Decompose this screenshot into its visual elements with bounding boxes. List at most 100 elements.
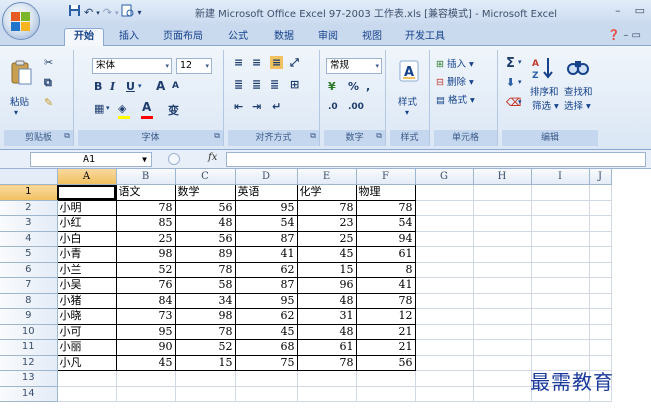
cell[interactable]: 68 xyxy=(234,339,298,356)
cell[interactable]: 45 xyxy=(296,246,357,263)
sort-filter-label-2[interactable]: 筛选 ▾ xyxy=(532,98,559,112)
tab-data[interactable]: 数据 xyxy=(268,29,300,46)
column-header-h[interactable]: H xyxy=(473,169,532,185)
percent-button[interactable]: % xyxy=(348,80,359,93)
align-bottom-icon[interactable]: ≡ xyxy=(270,56,284,69)
maximize-button[interactable]: ▭ xyxy=(635,4,645,17)
cell[interactable]: 94 xyxy=(355,230,416,247)
row-header[interactable]: 1 xyxy=(0,184,58,201)
cell[interactable]: 23 xyxy=(296,215,357,232)
row-header[interactable]: 5 xyxy=(0,246,58,263)
cell[interactable] xyxy=(415,355,474,371)
italic-button[interactable]: I xyxy=(110,80,115,93)
cell[interactable]: 15 xyxy=(174,354,236,371)
cell[interactable] xyxy=(531,293,590,309)
tab-review[interactable]: 审阅 xyxy=(312,29,344,46)
font-size-combo[interactable]: 12 ▾ xyxy=(176,58,212,74)
format-cells-button[interactable]: ▤ 格式 ▾ xyxy=(436,92,475,106)
cell[interactable] xyxy=(235,386,298,402)
cell[interactable]: 54 xyxy=(234,215,298,232)
cell[interactable]: 56 xyxy=(174,199,236,216)
insert-function-button[interactable]: fx xyxy=(208,152,217,163)
row-header[interactable]: 12 xyxy=(0,355,58,371)
cell[interactable] xyxy=(589,339,612,356)
row-header[interactable]: 6 xyxy=(0,262,58,278)
cell[interactable]: 41 xyxy=(234,246,298,263)
cell[interactable] xyxy=(415,200,474,216)
tab-formulas[interactable]: 公式 xyxy=(222,29,254,46)
name-box[interactable]: A1 ▼ xyxy=(30,152,152,167)
cell[interactable]: 小凡 xyxy=(56,354,117,371)
cell[interactable]: 小白 xyxy=(56,230,117,247)
cell[interactable]: 48 xyxy=(296,292,357,309)
column-header-d[interactable]: D xyxy=(235,169,298,185)
tab-view[interactable]: 视图 xyxy=(356,29,388,46)
cell[interactable] xyxy=(531,215,590,232)
find-select-icon[interactable] xyxy=(566,56,590,83)
save-icon[interactable] xyxy=(68,4,81,23)
shrink-font-button[interactable]: A xyxy=(172,81,179,91)
cell[interactable] xyxy=(531,246,590,263)
select-all-button[interactable] xyxy=(0,169,58,185)
cell[interactable]: 61 xyxy=(355,246,416,263)
cell[interactable]: 56 xyxy=(174,230,236,247)
cell[interactable] xyxy=(473,262,532,278)
column-header-b[interactable]: B xyxy=(116,169,176,185)
align-center-icon[interactable]: ≣ xyxy=(252,78,261,91)
fill-icon[interactable]: ⬇ xyxy=(506,76,515,89)
cell[interactable] xyxy=(589,200,612,216)
active-cell-a1[interactable] xyxy=(56,184,117,201)
cancel-formula-icon[interactable] xyxy=(168,153,180,165)
find-select-label-1[interactable]: 查找和 xyxy=(564,84,593,98)
column-header-a[interactable]: A xyxy=(57,169,117,185)
cell[interactable] xyxy=(589,246,612,263)
currency-icon[interactable]: ¥ xyxy=(328,80,336,93)
cell[interactable]: 化学 xyxy=(296,184,357,201)
cell[interactable] xyxy=(473,339,532,356)
cell[interactable] xyxy=(589,324,612,340)
cell[interactable]: 73 xyxy=(115,308,176,325)
cell[interactable] xyxy=(589,293,612,309)
copy-icon[interactable]: ⧉ xyxy=(44,76,52,90)
clear-dropdown-icon[interactable]: ▾ xyxy=(518,98,522,106)
cell[interactable]: 12 xyxy=(355,308,416,325)
cell[interactable]: 物理 xyxy=(355,184,416,201)
wrap-text-icon[interactable]: ↵ xyxy=(272,100,281,113)
align-middle-icon[interactable]: ≡ xyxy=(252,56,261,69)
cell[interactable] xyxy=(116,386,176,402)
cell[interactable]: 52 xyxy=(115,261,176,278)
clipboard-launcher-icon[interactable]: ⧉ xyxy=(64,128,70,144)
cell[interactable] xyxy=(415,370,474,387)
cell[interactable]: 小红 xyxy=(56,215,117,232)
cell[interactable]: 小丽 xyxy=(56,339,117,356)
borders-dropdown-icon[interactable]: ▾ xyxy=(106,104,110,112)
styles-dropdown-icon[interactable]: ▾ xyxy=(405,108,409,117)
undo-dropdown-icon[interactable]: ▾ xyxy=(96,4,100,22)
cell[interactable] xyxy=(473,308,532,325)
column-header-f[interactable]: F xyxy=(356,169,416,185)
styles-button[interactable]: 样式 xyxy=(398,94,417,108)
cell[interactable]: 数学 xyxy=(174,184,236,201)
find-select-label-2[interactable]: 选择 ▾ xyxy=(564,98,591,112)
cell[interactable] xyxy=(589,262,612,278)
cell[interactable]: 小明 xyxy=(56,199,117,216)
cell[interactable]: 95 xyxy=(234,199,298,216)
insert-cells-button[interactable]: ⊞ 插入 ▾ xyxy=(436,56,474,70)
tab-insert[interactable]: 插入 xyxy=(112,29,146,46)
ribbon-restore-button[interactable]: ▭ xyxy=(632,30,641,41)
cell[interactable]: 21 xyxy=(355,339,416,356)
cell[interactable]: 87 xyxy=(234,277,298,294)
autosum-icon[interactable]: Σ xyxy=(506,56,515,71)
cell[interactable] xyxy=(415,184,474,201)
cell[interactable] xyxy=(57,386,117,402)
cell[interactable] xyxy=(473,355,532,371)
cell[interactable] xyxy=(415,293,474,309)
cell[interactable] xyxy=(356,370,416,387)
paste-icon[interactable] xyxy=(10,60,34,89)
customize-qat-icon[interactable]: ▾ xyxy=(137,4,141,22)
alignment-launcher-icon[interactable]: ⧉ xyxy=(310,128,316,144)
cell[interactable] xyxy=(589,231,612,247)
cell[interactable]: 8 xyxy=(355,261,416,278)
row-header[interactable]: 13 xyxy=(0,370,58,387)
cell[interactable]: 56 xyxy=(355,354,416,371)
